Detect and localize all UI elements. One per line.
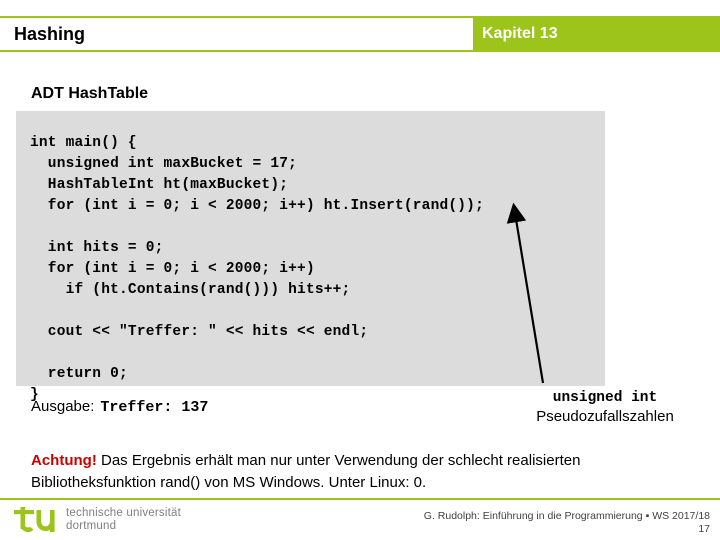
page-title: Hashing	[14, 24, 86, 44]
annotation-line-2: Pseudozufallszahlen	[536, 408, 674, 425]
logo-wordmark: technische universität dortmund	[66, 507, 181, 533]
logo-line-2: dortmund	[66, 520, 117, 532]
tu-logo-icon	[14, 507, 55, 533]
section-heading: ADT HashTable	[31, 85, 149, 102]
warning-paragraph: Achtung! Das Ergebnis erhält man nur unt…	[31, 450, 646, 494]
annotation-block: unsigned int Pseudozufallszahlen	[505, 389, 705, 426]
footer-credit: G. Rudolph: Einführung in die Programmie…	[423, 510, 710, 522]
header-bottom-rule	[0, 50, 473, 52]
annotation-line-1: unsigned int	[552, 390, 658, 406]
output-row: Ausgabe: Treffer: 137	[31, 398, 208, 416]
tu-dortmund-logo: technische universität dortmund	[14, 505, 214, 537]
warning-lead: Achtung!	[31, 452, 97, 469]
output-label: Ausgabe:	[31, 398, 95, 415]
output-value: Treffer: 137	[100, 399, 209, 416]
warning-text: Das Ergebnis erhält man nur unter Verwen…	[31, 452, 581, 491]
logo-line-1: technische universität	[66, 507, 181, 519]
footer-rule	[0, 498, 720, 500]
slide: Hashing Kapitel 13 ADT HashTable int mai…	[0, 0, 720, 540]
code-block: int main() { unsigned int maxBucket = 17…	[16, 111, 605, 403]
page-number: 17	[698, 523, 710, 535]
code-listing: int main() { unsigned int maxBucket = 17…	[30, 134, 484, 403]
chapter-label: Kapitel 13	[482, 25, 558, 42]
